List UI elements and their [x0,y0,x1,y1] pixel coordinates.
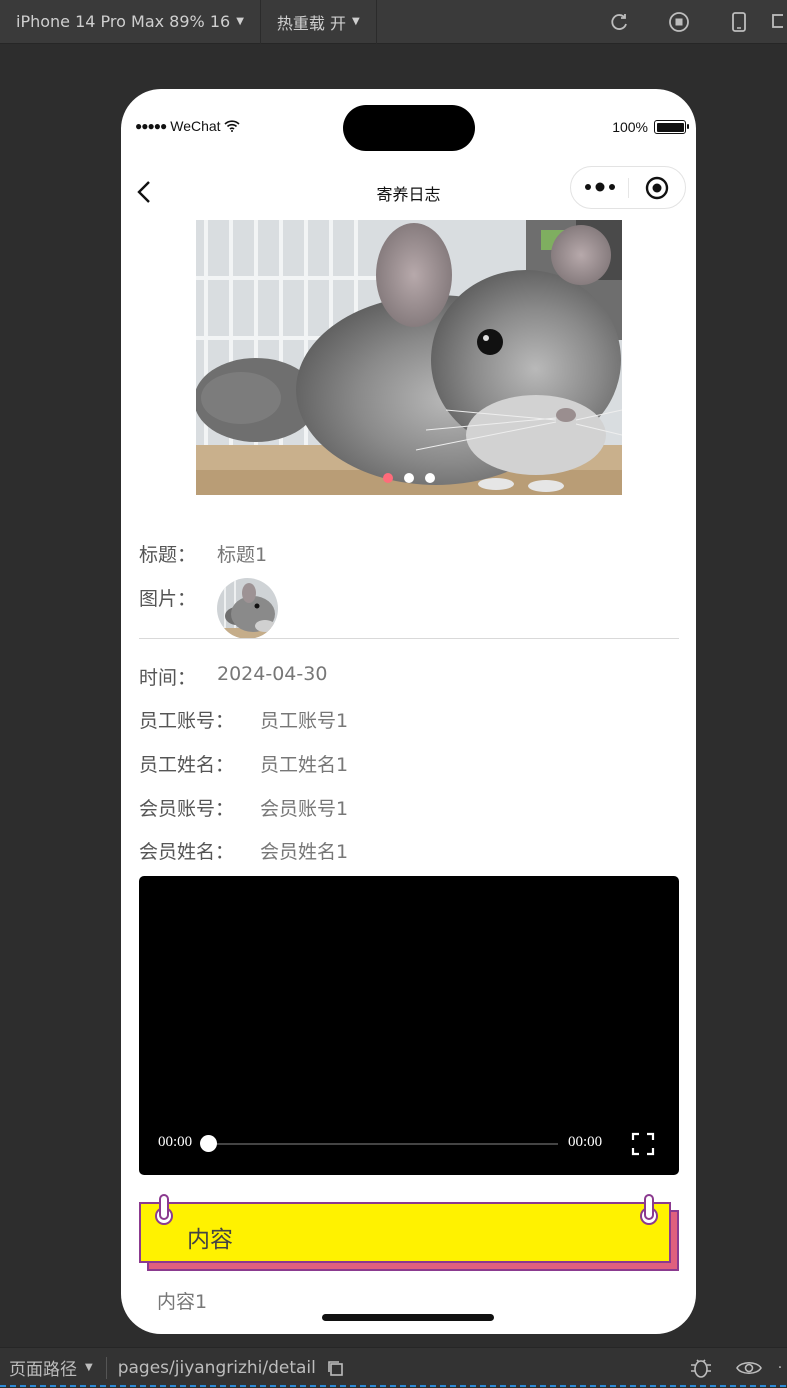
chevron-down-icon: ▼ [351,16,360,27]
page-path-selector[interactable]: 页面路径 ▼ [0,1355,93,1380]
staff-account-row: 员工账号： 员工账号1 [139,706,348,733]
battery-icon [654,120,689,134]
time-label: 时间： [139,667,197,689]
image-carousel[interactable] [196,220,622,495]
phone-icon[interactable] [709,0,769,44]
carousel-dot[interactable] [425,473,435,483]
member-account-row: 会员账号： 会员账号1 [139,794,348,821]
member-name-value: 会员姓名1 [260,841,349,863]
staff-name-row: 员工姓名： 员工姓名1 [139,750,348,777]
copy-icon[interactable] [326,1359,344,1377]
devtools-bottom-bar: 页面路径 ▼ pages/jiyangrizhi/detail · [0,1347,787,1387]
video-progress-handle[interactable] [200,1135,217,1152]
carousel-dot[interactable] [383,473,393,483]
hot-reload-toggle[interactable]: 热重载 开 ▼ [261,0,377,44]
signal-icon: ●●●●● [135,119,167,133]
binder-ring-icon [155,1194,173,1225]
thumbnail-image[interactable] [217,578,278,639]
dynamic-island [343,105,475,151]
bug-icon[interactable] [677,1348,725,1388]
divider [139,638,679,639]
video-player[interactable]: 00:00 00:00 [139,876,679,1175]
image-row: 图片： [139,584,196,611]
refresh-icon[interactable] [589,0,649,44]
home-indicator[interactable] [322,1314,494,1321]
member-account-value: 会员账号1 [260,798,349,820]
device-label: iPhone 14 Pro Max 89% 16 [16,12,231,31]
status-bar: ●●●●● WeChat 100% [121,89,696,164]
close-miniprogram-icon[interactable] [645,176,669,200]
video-duration: 00:00 [568,1134,603,1150]
more-icon[interactable]: · [773,1348,787,1388]
staff-account-label: 员工账号： [139,710,235,732]
eye-icon[interactable] [725,1348,773,1388]
navigation-bar: 寄养日志 [121,164,696,220]
image-label: 图片： [139,588,197,610]
device-selector[interactable]: iPhone 14 Pro Max 89% 16 ▼ [0,0,261,44]
title-value: 标题1 [217,544,268,566]
member-name-label: 会员姓名： [139,841,235,863]
content-heading: 内容 [187,1227,233,1253]
fullscreen-icon[interactable] [631,1132,655,1156]
content-text: 内容1 [157,1291,208,1313]
hot-reload-label: 热重载 开 [276,13,346,33]
member-name-row: 会员姓名： 会员姓名1 [139,837,348,864]
video-current-time: 00:00 [158,1134,193,1150]
title-row: 标题： 标题1 [139,540,267,567]
chevron-down-icon: ▼ [236,16,244,27]
binder-ring-icon [640,1194,658,1225]
carousel-indicator [196,473,622,483]
battery-percent: 100% [612,119,648,135]
staff-name-value: 员工姓名1 [260,754,349,776]
window-icon[interactable] [769,0,787,44]
title-label: 标题： [139,544,197,566]
wifi-icon [224,120,240,132]
chevron-down-icon: ▼ [85,1362,93,1373]
time-value: 2024-04-30 [217,663,328,685]
content-heading-banner: 内容 [139,1194,671,1263]
time-row: 时间： 2024-04-30 [139,663,327,690]
devtools-toolbar: iPhone 14 Pro Max 89% 16 ▼ 热重载 开 ▼ [0,0,787,44]
member-account-label: 会员账号： [139,798,235,820]
phone-screen: ●●●●● WeChat 100% 寄养日志 标题： 标题1 图片： 时间： 2… [121,89,696,1334]
more-icon[interactable] [583,175,623,199]
menu-capsule [570,166,686,209]
chinchilla-photo [196,220,622,495]
stop-icon[interactable] [649,0,709,44]
carrier-label: WeChat [170,118,221,134]
staff-account-value: 员工账号1 [260,710,349,732]
page-path-label: 页面路径 [9,1360,77,1380]
carousel-dot[interactable] [404,473,414,483]
video-progress-track[interactable] [208,1143,558,1145]
page-path: pages/jiyangrizhi/detail [117,1357,316,1378]
staff-name-label: 员工姓名： [139,754,235,776]
